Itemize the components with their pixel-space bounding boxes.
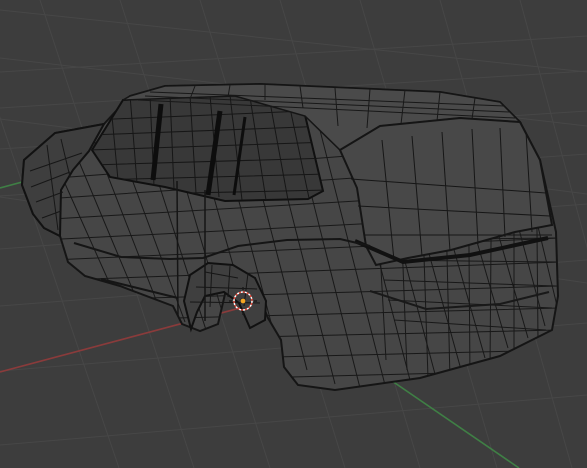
viewport-canvas[interactable] — [0, 0, 587, 468]
object-origin-dot — [239, 297, 247, 305]
3d-viewport[interactable] — [0, 0, 587, 468]
